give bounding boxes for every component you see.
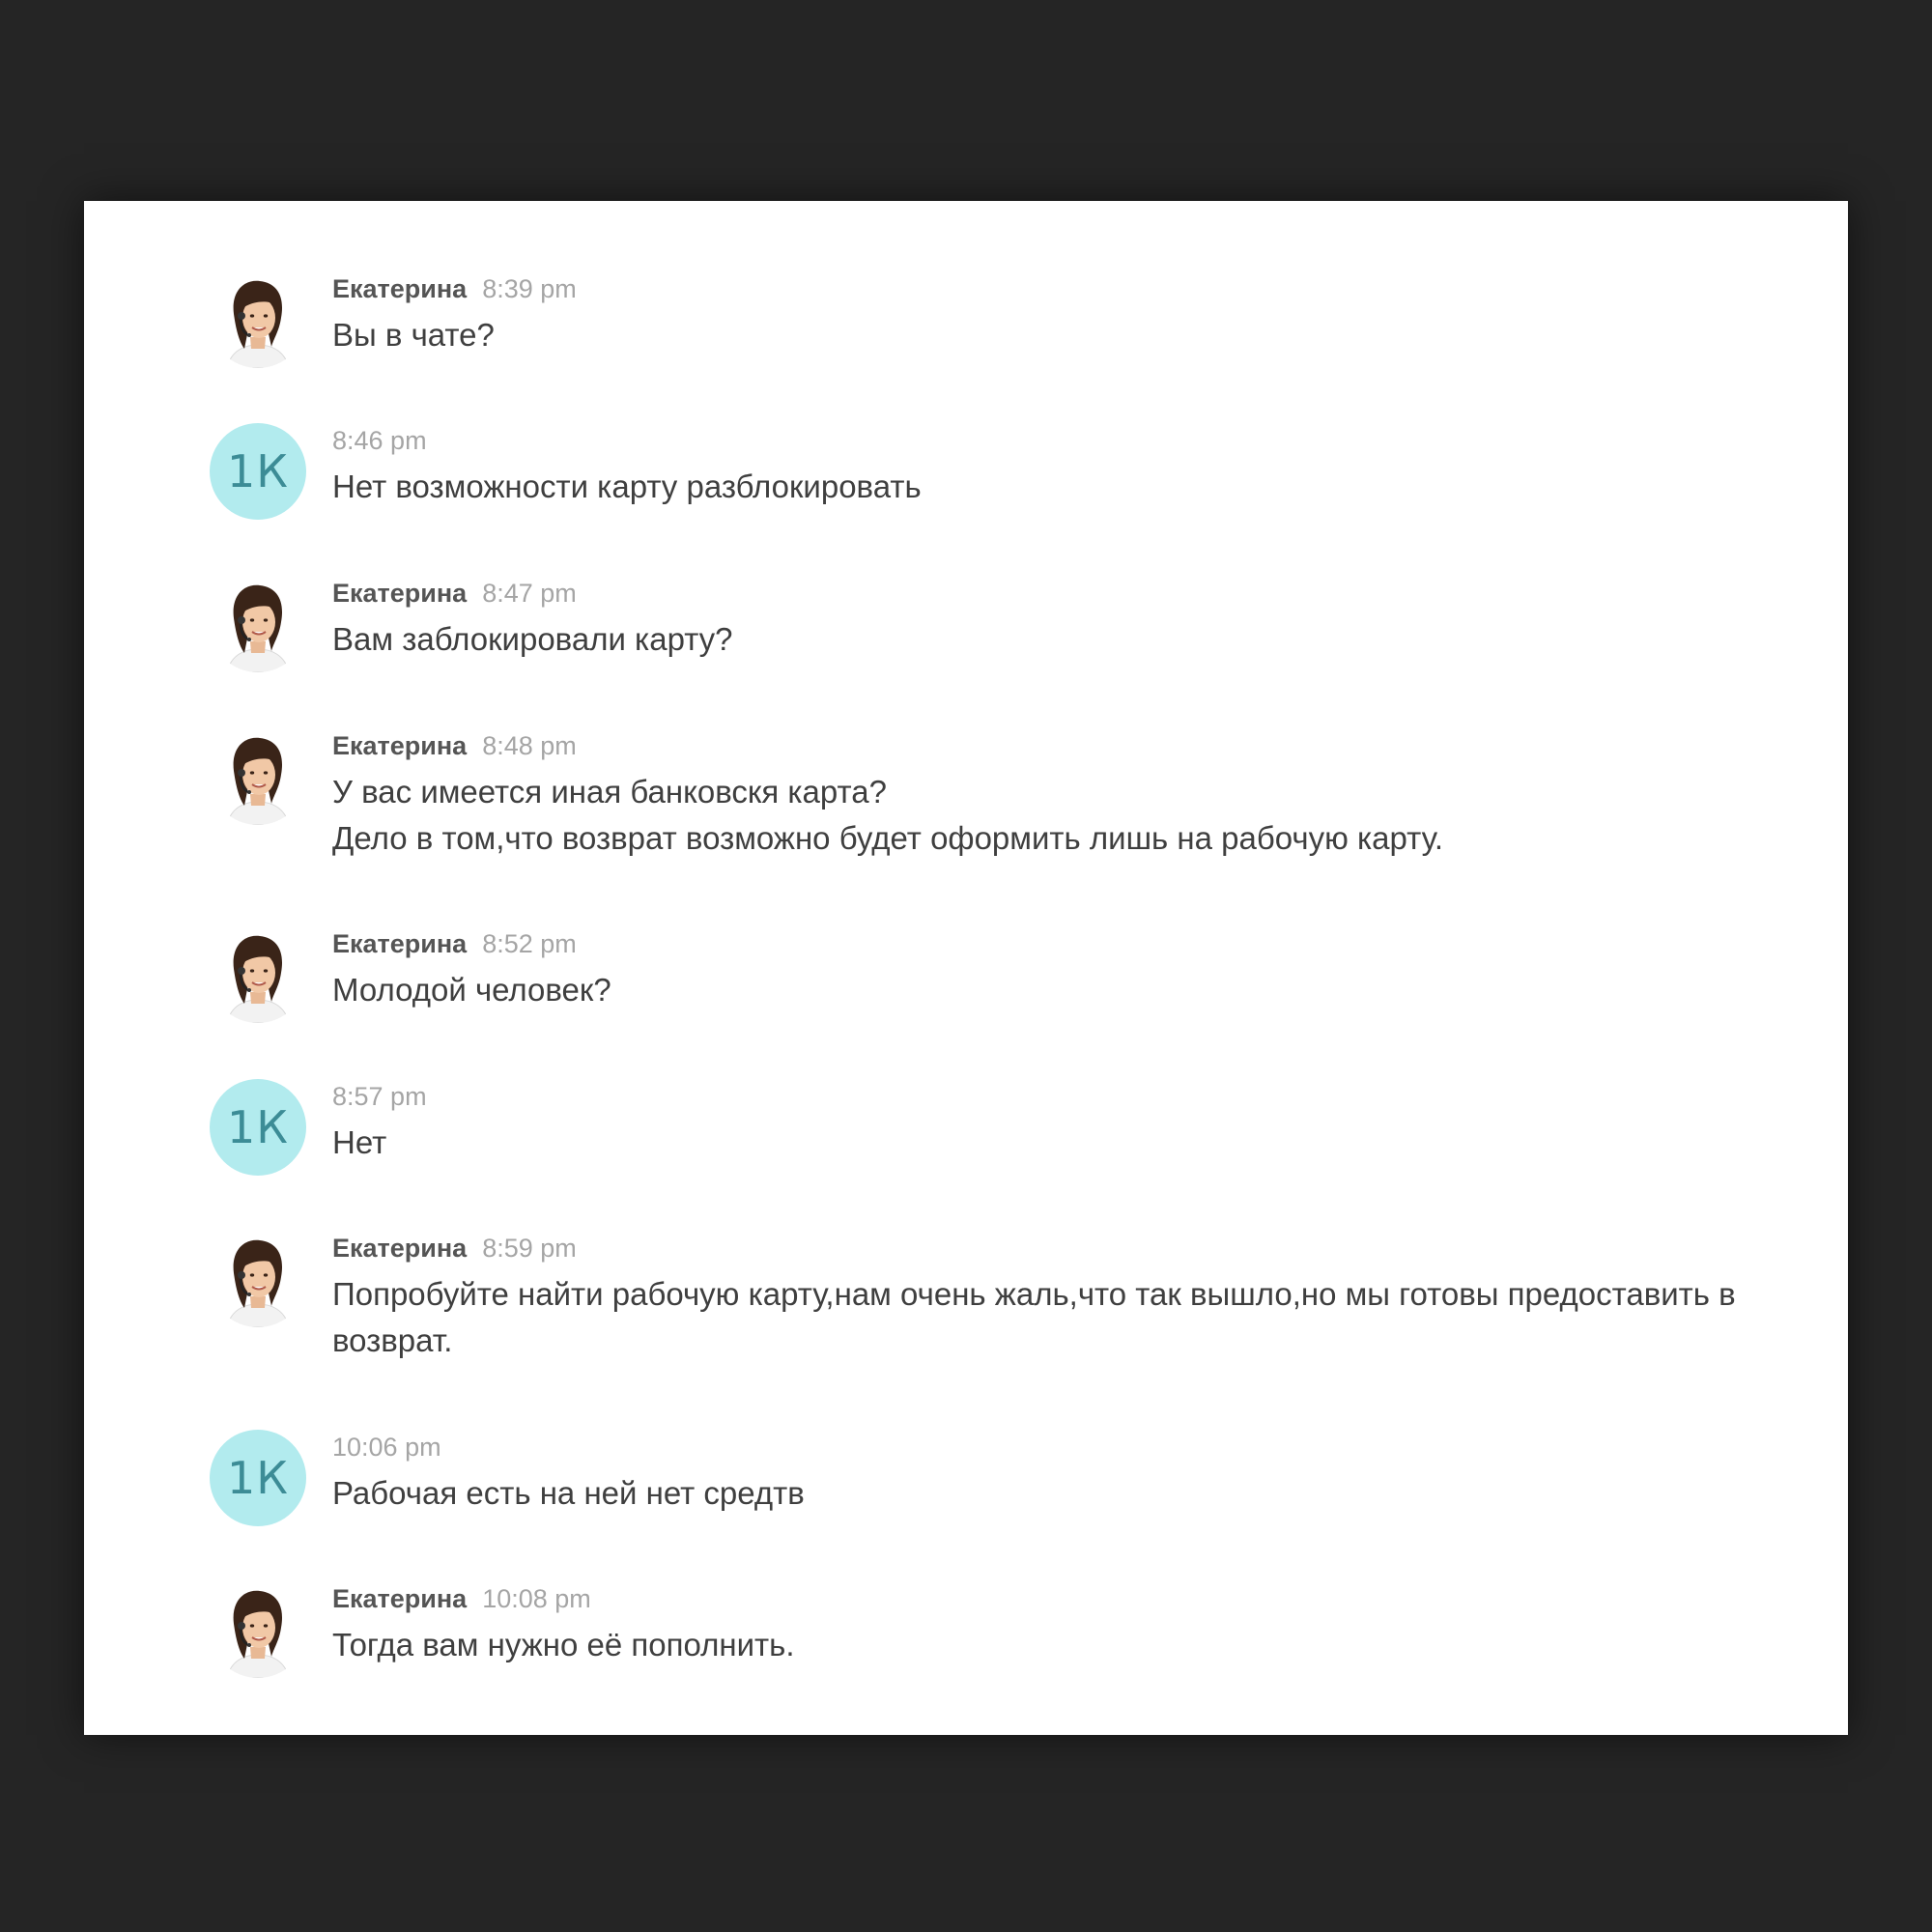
message-line: Рабочая есть на ней нет средтв bbox=[332, 1475, 805, 1511]
message-timestamp: 10:06 pm bbox=[332, 1433, 441, 1462]
message-line: У вас имеется иная банковскя карта? bbox=[332, 774, 887, 810]
message-meta: 8:57 pm bbox=[332, 1079, 427, 1114]
message-author: Екатерина bbox=[332, 1234, 468, 1263]
message-text: Вам заблокировали карту? bbox=[332, 616, 733, 663]
message-timestamp: 8:59 pm bbox=[482, 1234, 577, 1263]
chat-transcript-panel: Екатерина 8:39 pm Вы в чате? 1К 8:46 pm Н… bbox=[84, 201, 1848, 1735]
agent-avatar-icon bbox=[210, 271, 306, 368]
message-meta: Екатерина 8:52 pm bbox=[332, 926, 577, 961]
message-author: Екатерина bbox=[332, 731, 468, 760]
message-line: Нет bbox=[332, 1124, 387, 1160]
message-text: Нет bbox=[332, 1120, 386, 1166]
message-author: Екатерина bbox=[332, 274, 468, 303]
message-meta: Екатерина 10:08 pm bbox=[332, 1581, 591, 1616]
message-timestamp: 8:47 pm bbox=[482, 579, 577, 608]
message-timestamp: 8:48 pm bbox=[482, 731, 577, 760]
agent-avatar-icon bbox=[210, 1581, 306, 1678]
message-line: Тогда вам нужно её пополнить. bbox=[332, 1627, 795, 1662]
message-line: Молодой человек? bbox=[332, 972, 611, 1008]
message-meta: Екатерина 8:48 pm bbox=[332, 728, 577, 763]
agent-avatar-icon bbox=[210, 728, 306, 825]
message-line: Дело в том,что возврат возможно будет оф… bbox=[332, 820, 1443, 856]
message-line: возврат. bbox=[332, 1322, 453, 1358]
user-avatar-icon: 1К bbox=[210, 1430, 306, 1526]
message-text: Молодой человек? bbox=[332, 967, 611, 1013]
message-line: Попробуйте найти рабочую карту,нам очень… bbox=[332, 1276, 1736, 1312]
agent-avatar-icon bbox=[210, 576, 306, 672]
user-avatar-icon: 1К bbox=[210, 1079, 306, 1176]
message-author: Екатерина bbox=[332, 929, 468, 958]
message-line: Нет возможности карту разблокировать bbox=[332, 469, 922, 504]
message-text: Попробуйте найти рабочую карту,нам очень… bbox=[332, 1271, 1736, 1364]
message-meta: Екатерина 8:47 pm bbox=[332, 576, 577, 611]
message-text: Вы в чате? bbox=[332, 312, 495, 358]
message-text: Нет возможности карту разблокировать bbox=[332, 464, 922, 510]
message-meta: 8:46 pm bbox=[332, 423, 427, 458]
message-timestamp: 10:08 pm bbox=[482, 1584, 591, 1613]
message-text: Рабочая есть на ней нет средтв bbox=[332, 1470, 805, 1517]
agent-avatar-icon bbox=[210, 1231, 306, 1327]
message-meta: 10:06 pm bbox=[332, 1430, 441, 1464]
message-text: Тогда вам нужно её пополнить. bbox=[332, 1622, 795, 1668]
agent-avatar-icon bbox=[210, 926, 306, 1023]
message-line: Вам заблокировали карту? bbox=[332, 621, 733, 657]
message-timestamp: 8:46 pm bbox=[332, 426, 427, 455]
message-author: Екатерина bbox=[332, 579, 468, 608]
message-timestamp: 8:52 pm bbox=[482, 929, 577, 958]
user-avatar-icon: 1К bbox=[210, 423, 306, 520]
message-text: У вас имеется иная банковскя карта? Дело… bbox=[332, 769, 1443, 862]
message-meta: Екатерина 8:39 pm bbox=[332, 271, 577, 306]
message-line: Вы в чате? bbox=[332, 317, 495, 353]
message-timestamp: 8:39 pm bbox=[482, 274, 577, 303]
message-timestamp: 8:57 pm bbox=[332, 1082, 427, 1111]
message-author: Екатерина bbox=[332, 1584, 468, 1613]
message-meta: Екатерина 8:59 pm bbox=[332, 1231, 577, 1265]
